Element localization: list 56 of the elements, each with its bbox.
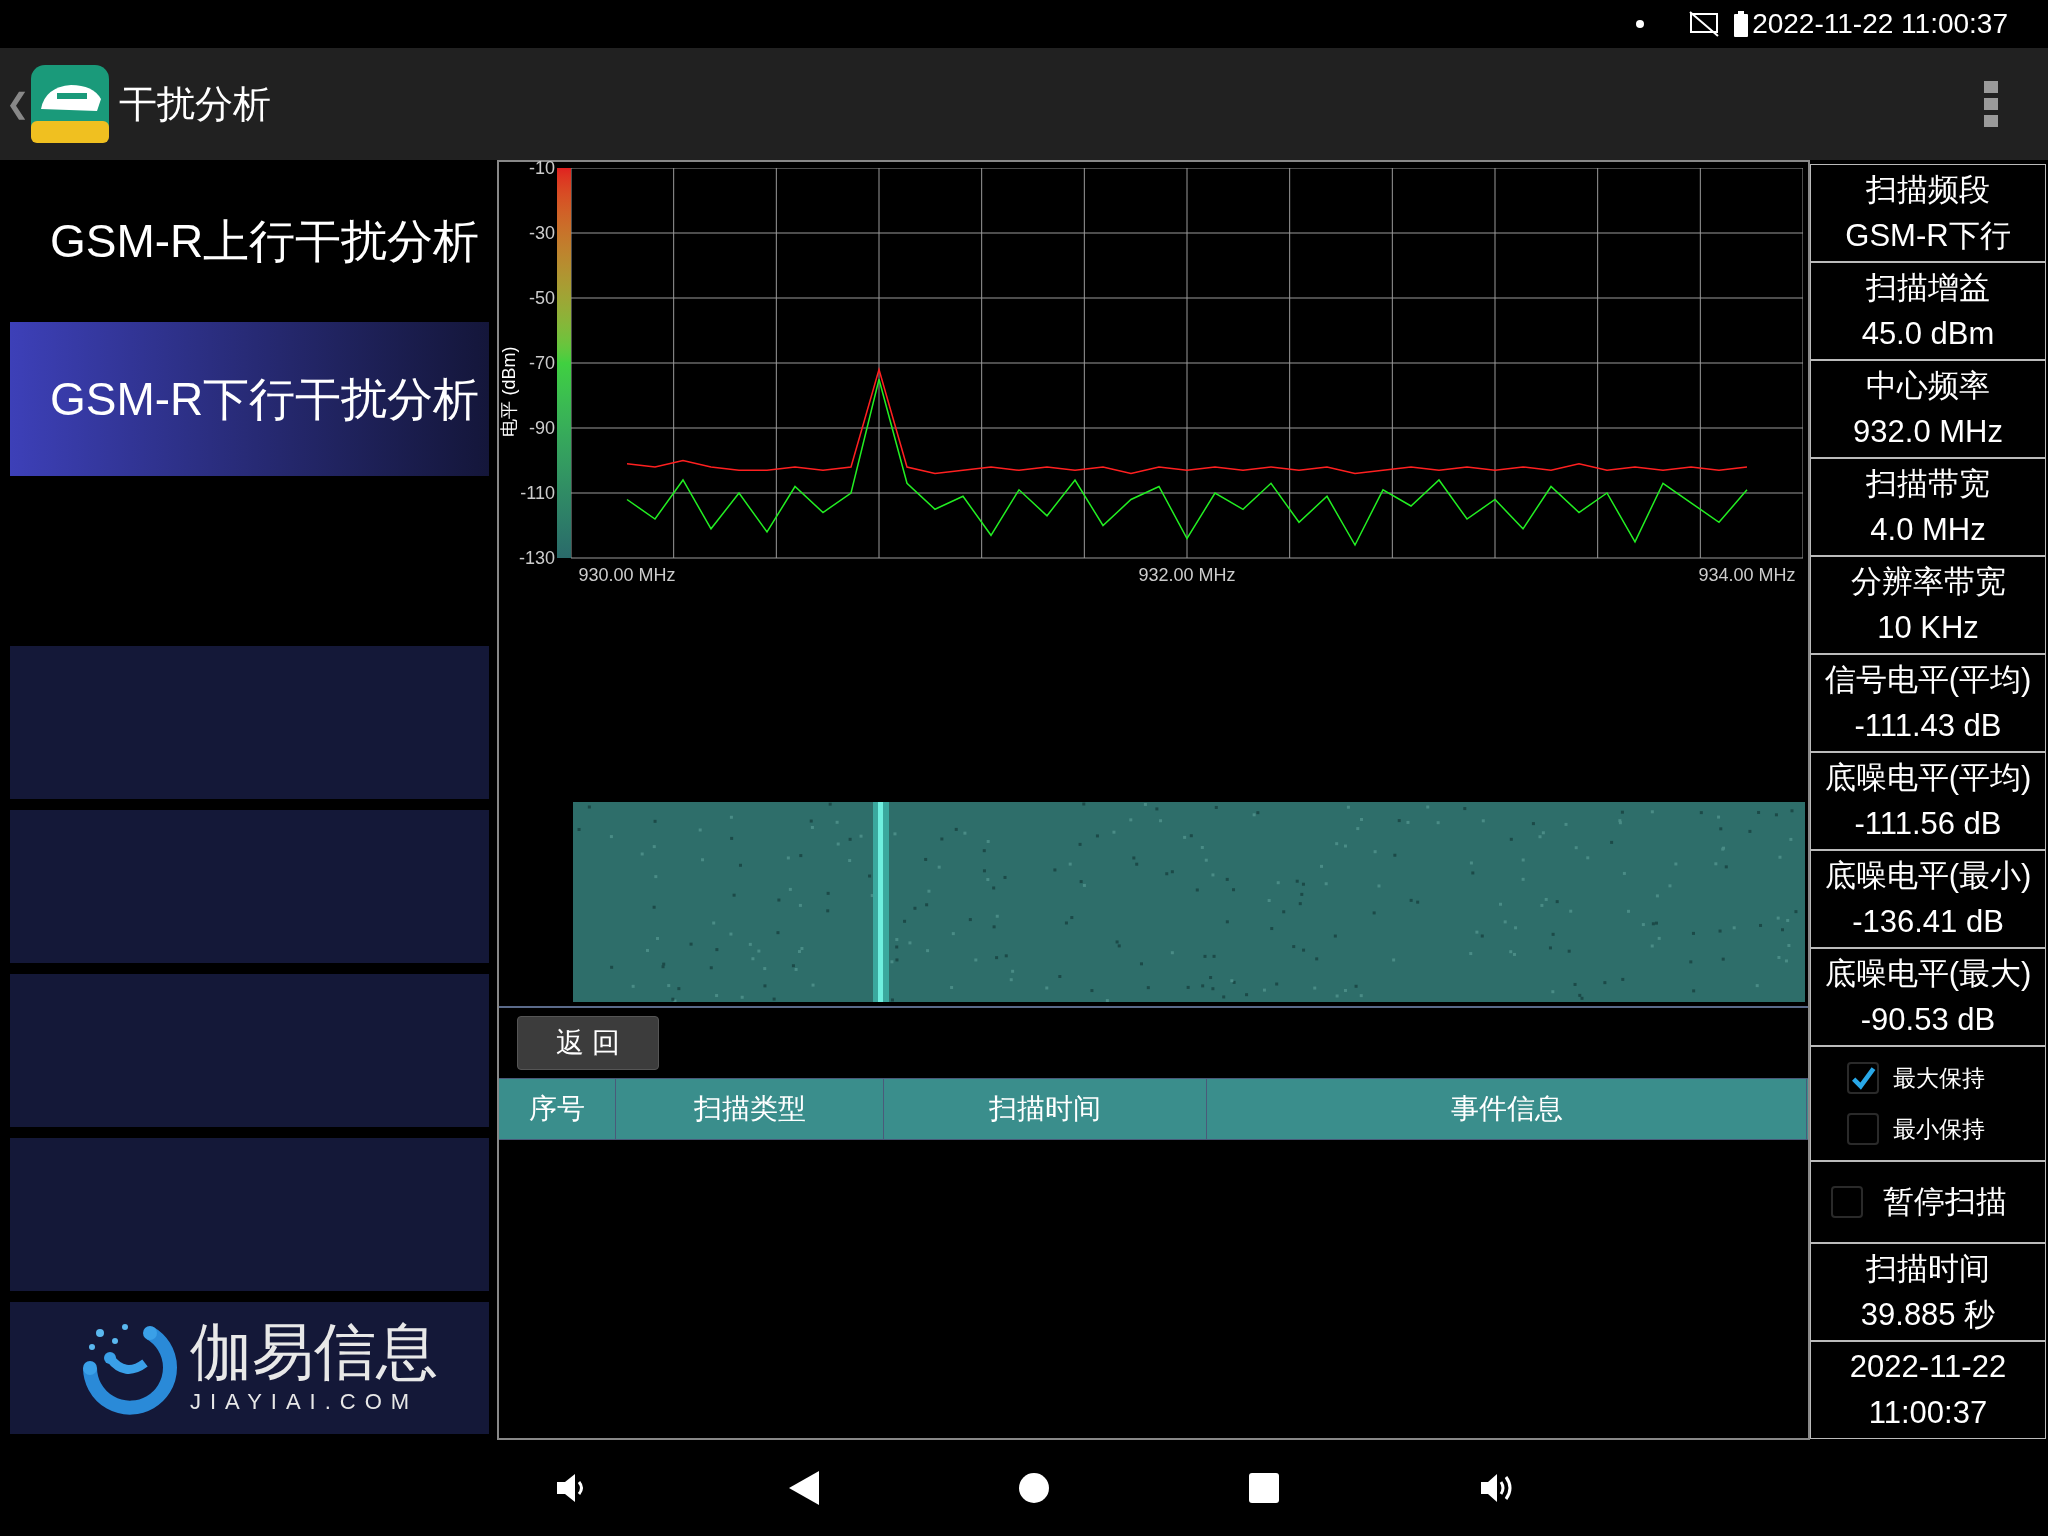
info-value: -111.43 dB [1854, 707, 2002, 745]
home-nav-icon[interactable] [1019, 1473, 1049, 1503]
info-value: -111.56 dB [1854, 805, 2002, 843]
company-name: 伽易信息 [190, 1318, 438, 1385]
back-icon[interactable]: ❮ [6, 83, 29, 125]
back-nav-icon[interactable] [789, 1471, 819, 1505]
x-axis-tick: 934.00 MHz [1698, 564, 1796, 587]
checkbox[interactable] [1831, 1186, 1863, 1218]
clock-text: 2022-11-22 11:00:37 [1752, 7, 2008, 41]
y-axis-tick: -110 [520, 484, 555, 502]
y-axis-tick: -30 [529, 224, 555, 242]
back-button[interactable]: 返 回 [517, 1016, 659, 1070]
info-label: 扫描增益 [1866, 269, 1990, 307]
company-url: JIAYIAI.COM [190, 1387, 420, 1416]
time-text: 11:00:37 [1868, 1394, 1988, 1432]
checkbox[interactable] [1847, 1062, 1879, 1095]
battery-icon [1734, 11, 1749, 37]
column-header: 扫描类型 [616, 1079, 884, 1139]
y-axis-tick: -10 [529, 159, 555, 177]
info-label: 扫描频段 [1866, 171, 1990, 209]
info-value: GSM-R下行 [1845, 217, 2011, 255]
pause-label: 暂停扫描 [1883, 1182, 2007, 1221]
info-label: 底噪电平(最小) [1824, 857, 2032, 895]
info-label: 底噪电平(平均) [1824, 759, 2032, 797]
more-menu-icon[interactable] [1984, 81, 1998, 127]
info-label: 中心频率 [1866, 367, 1990, 405]
y-axis-tick: -130 [518, 549, 555, 567]
info-value: -90.53 dB [1860, 1001, 1996, 1039]
column-header: 序号 [499, 1079, 616, 1139]
info-label: 分辨率带宽 [1850, 563, 2006, 601]
info-label: 信号电平(平均) [1824, 661, 2032, 699]
info-value: 932.0 MHz [1853, 413, 2003, 451]
scan-time-value: 39.885 秒 [1860, 1296, 1996, 1334]
info-value: 10 KHz [1877, 609, 1979, 647]
info-label: 扫描带宽 [1866, 465, 1990, 503]
app-title: 干扰分析 [119, 81, 271, 127]
x-axis-tick: 930.00 MHz [578, 564, 676, 587]
y-axis-tick: -90 [529, 419, 555, 437]
info-value: 45.0 dBm [1861, 315, 1995, 353]
info-value: 4.0 MHz [1870, 511, 1986, 549]
sidebar-item[interactable]: GSM-R下行干扰分析 [10, 322, 489, 476]
option-label: 最小保持 [1893, 1114, 1985, 1144]
info-label: 底噪电平(最大) [1824, 955, 2032, 993]
scan-time-label: 扫描时间 [1866, 1250, 1990, 1288]
date-text: 2022-11-22 [1849, 1348, 2007, 1386]
y-axis-tick: -50 [529, 289, 555, 307]
column-header: 事件信息 [1207, 1079, 1807, 1139]
column-header: 扫描时间 [884, 1079, 1207, 1139]
x-axis-tick: 932.00 MHz [1138, 564, 1236, 587]
option-label: 最大保持 [1893, 1064, 1985, 1093]
app-logo-icon [31, 65, 109, 143]
checkbox[interactable] [1847, 1112, 1879, 1145]
y-axis-tick: -70 [529, 354, 555, 372]
cast-off-icon [1688, 10, 1721, 38]
y-axis-title: 电平 (dBm) [497, 346, 520, 436]
info-value: -136.41 dB [1852, 903, 2004, 941]
